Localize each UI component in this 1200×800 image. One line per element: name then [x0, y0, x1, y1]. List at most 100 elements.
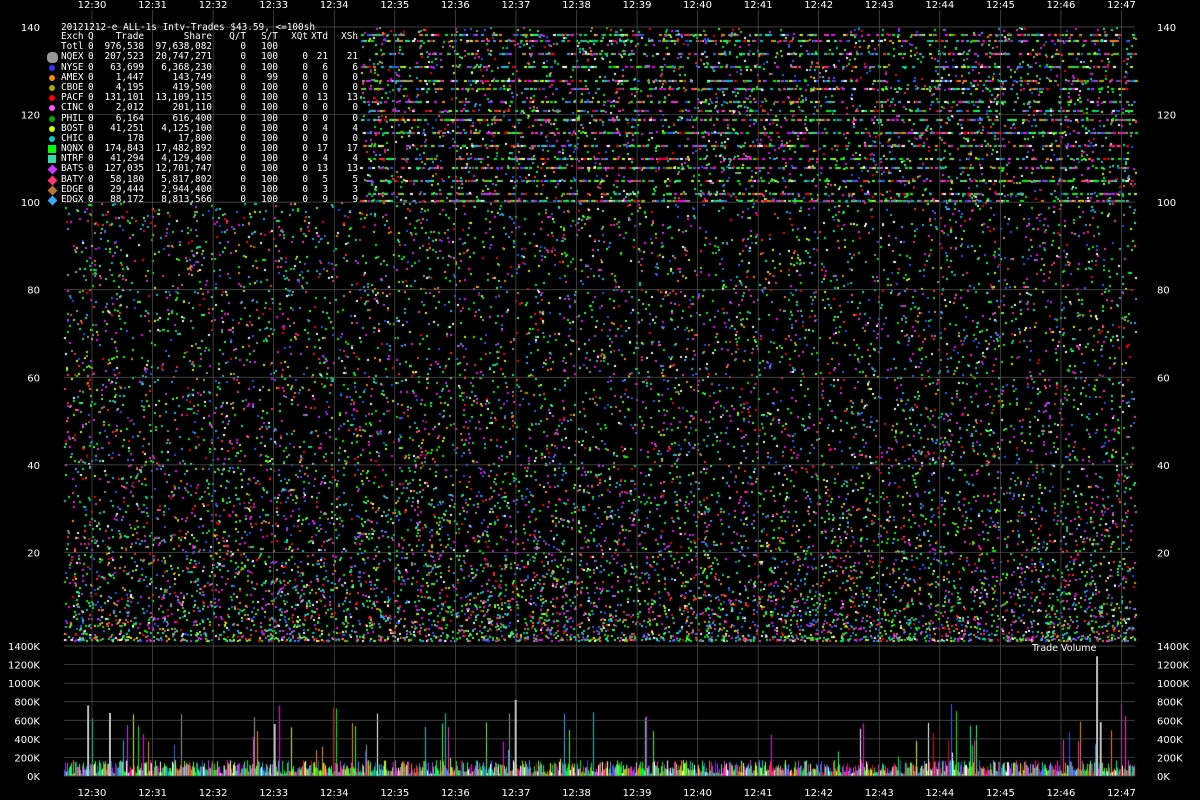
- x-tick-label-top: 12:33: [259, 0, 288, 11]
- x-tick-label-top: 12:47: [1107, 0, 1136, 11]
- volume-tick-label-left: 0K: [27, 772, 40, 783]
- volume-bar: [1099, 722, 1102, 776]
- volume-bar: [87, 705, 90, 776]
- y-tick-label-right: 40: [1157, 461, 1170, 472]
- x-tick-label-bottom: 12:35: [380, 788, 409, 799]
- x-tick-label-top: 12:43: [865, 0, 894, 11]
- x-tick-label-top: 12:31: [138, 0, 167, 11]
- legend-marker-circle: [49, 115, 55, 122]
- volume-bar: [273, 724, 276, 776]
- x-tick-label-top: 12:34: [320, 0, 349, 11]
- x-tick-label-top: 12:32: [199, 0, 228, 11]
- legend-marker-circle: [49, 84, 55, 91]
- legend-header-xtd: XTd: [311, 31, 328, 42]
- legend-cell: 201,110: [172, 102, 212, 114]
- x-tick-label-top: 12:37: [502, 0, 531, 11]
- x-tick-label-bottom: 12:42: [804, 788, 833, 799]
- x-tick-label-bottom: 12:41: [744, 788, 773, 799]
- volume-bar: [108, 712, 111, 776]
- volume-tick-label-left: 800K: [14, 698, 40, 709]
- y-tick-label-right: 100: [1157, 198, 1176, 209]
- x-tick-label-top: 12:46: [1047, 0, 1076, 11]
- volume-tick-label-left: 1000K: [8, 679, 40, 690]
- x-tick-label-bottom: 12:44: [925, 788, 954, 799]
- x-tick-label-bottom: 12:46: [1047, 788, 1076, 799]
- legend-cell: 9: [322, 194, 328, 205]
- x-tick-label-bottom: 12:37: [502, 788, 531, 799]
- legend-cell: EDGX: [61, 194, 84, 205]
- x-tick-label-bottom: 12:32: [199, 788, 228, 799]
- y-tick-label-right: 140: [1157, 23, 1176, 34]
- y-tick-label-right: 120: [1157, 111, 1176, 122]
- y-tick-label-left: 80: [27, 286, 40, 297]
- legend-cell: 88,172: [110, 194, 144, 205]
- volume-tick-label-right: 800K: [1157, 698, 1183, 709]
- legend-header-xsh: XSh: [341, 31, 358, 42]
- legend-cell: 8,813,566: [161, 194, 212, 205]
- legend-cell: 0: [302, 102, 308, 114]
- volume-tick-label-right: 200K: [1157, 753, 1183, 764]
- volume-tick-label-left: 400K: [14, 735, 40, 746]
- y-tick-label-left: 100: [21, 198, 40, 209]
- x-tick-label-bottom: 12:33: [259, 788, 288, 799]
- legend-cell: 100: [261, 194, 278, 205]
- legend-marker-circle: [49, 135, 55, 142]
- volume-chart-title: Trade Volume: [1032, 643, 1097, 654]
- x-tick-label-bottom: 12:38: [562, 788, 591, 799]
- x-tick-label-top: 12:44: [925, 0, 954, 11]
- x-tick-label-bottom: 12:39: [623, 788, 652, 799]
- x-tick-label-top: 12:45: [986, 0, 1015, 11]
- x-tick-label-bottom: 12:34: [320, 788, 349, 799]
- legend-cell: 0: [240, 194, 246, 205]
- legend-cell: 0: [302, 194, 308, 205]
- y-tick-label-left: 60: [27, 373, 40, 384]
- legend-header-xqt: XQt: [291, 31, 308, 42]
- legend-marker-circle: [49, 74, 55, 81]
- volume-tick-label-left: 200K: [14, 753, 40, 764]
- legend-marker-circle: [49, 125, 55, 132]
- x-tick-label-bottom: 12:43: [865, 788, 894, 799]
- y-tick-label-right: 80: [1157, 286, 1170, 297]
- x-tick-label-top: 12:42: [804, 0, 833, 11]
- legend-marker-circle: [49, 64, 55, 71]
- y-tick-label-left: 40: [27, 461, 40, 472]
- y-tick-label-right: 60: [1157, 373, 1170, 384]
- volume-tick-label-right: 1000K: [1157, 679, 1189, 690]
- legend-marker-hexagon: [47, 52, 58, 64]
- volume-tick-label-right: 1200K: [1157, 661, 1189, 672]
- volume-bar: [1096, 656, 1099, 776]
- volume-tick-label-left: 1400K: [8, 642, 40, 653]
- volume-tick-label-right: 1400K: [1157, 642, 1189, 653]
- legend-cell: 9: [352, 194, 358, 205]
- x-tick-label-bottom: 12:30: [78, 788, 107, 799]
- volume-tick-label-left: 1200K: [8, 661, 40, 672]
- y-tick-label-right: 20: [1157, 548, 1170, 559]
- x-tick-label-bottom: 12:47: [1107, 788, 1136, 799]
- y-tick-label-left: 120: [21, 111, 40, 122]
- legend-cell: 0: [240, 102, 246, 114]
- volume-tick-label-right: 600K: [1157, 716, 1183, 727]
- legend-cell: CINC: [61, 102, 84, 114]
- volume-tick-label-right: 400K: [1157, 735, 1183, 746]
- volume-bar: [514, 699, 517, 776]
- x-tick-label-top: 12:38: [562, 0, 591, 11]
- volume-tick-label-right: 0K: [1157, 772, 1170, 783]
- x-tick-label-top: 12:41: [744, 0, 773, 11]
- x-tick-label-top: 12:30: [78, 0, 107, 11]
- x-tick-label-top: 12:35: [380, 0, 409, 11]
- x-tick-label-top: 12:39: [623, 0, 652, 11]
- x-tick-label-top: 12:40: [683, 0, 712, 11]
- legend-marker-square: [48, 145, 56, 154]
- x-tick-label-bottom: 12:40: [683, 788, 712, 799]
- legend-cell: 0: [352, 102, 358, 114]
- y-tick-label-left: 140: [21, 23, 40, 34]
- legend-cell: 2,012: [115, 102, 144, 114]
- x-tick-label-bottom: 12:36: [441, 788, 470, 799]
- y-tick-label-left: 20: [27, 548, 40, 559]
- legend-cell: 0: [322, 102, 328, 114]
- legend-marker-square: [48, 155, 56, 164]
- x-tick-label-bottom: 12:31: [138, 788, 167, 799]
- x-tick-label-bottom: 12:45: [986, 788, 1015, 799]
- volume-tick-label-left: 600K: [14, 716, 40, 727]
- legend-cell: 100: [261, 102, 278, 114]
